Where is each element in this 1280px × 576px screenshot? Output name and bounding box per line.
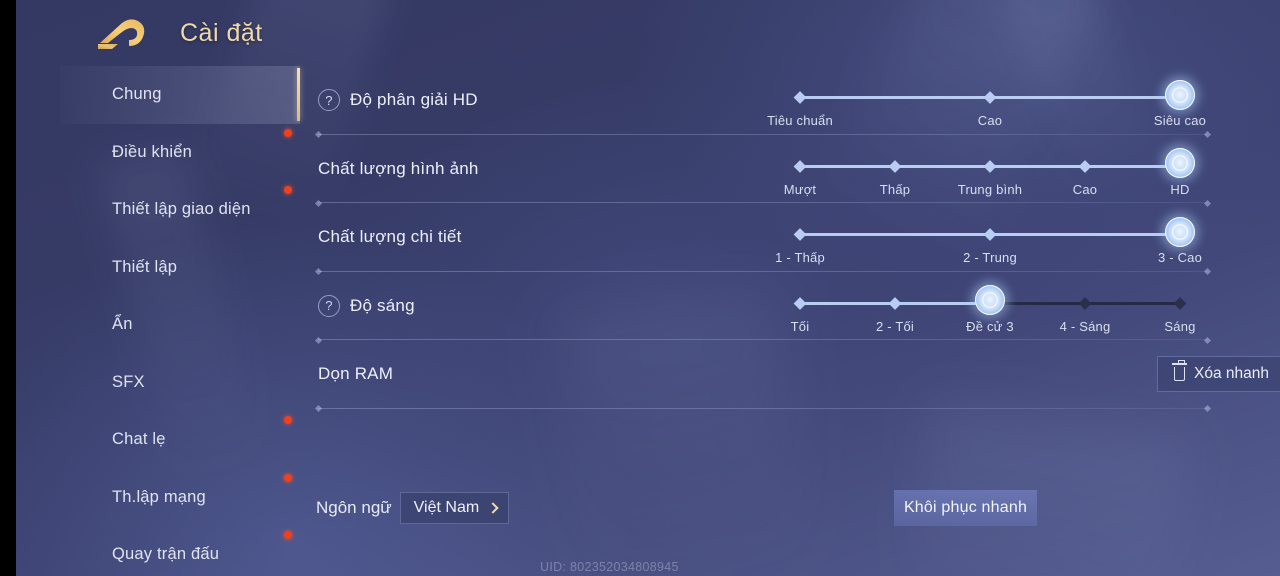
sidebar-item-label: Chung <box>112 85 162 104</box>
sidebar-item-6[interactable]: SFX <box>60 354 300 412</box>
sidebar-item-2[interactable]: Điều khiển <box>60 124 300 182</box>
sidebar-item-3[interactable]: Thiết lập giao diện <box>60 181 300 239</box>
slider-stop-2[interactable] <box>983 91 997 104</box>
settings-row-label-wrap: Dọn RAM <box>318 364 393 384</box>
sidebar-item-label: Ẩn <box>112 315 133 334</box>
slider-stop-1[interactable] <box>793 296 807 310</box>
game-settings-screen: Cài đặt Chung Điều khiển Thiết lập giao di… <box>0 0 1280 576</box>
sidebar-item-label: Thiết lập giao diện <box>112 200 251 219</box>
slider-stop-1[interactable] <box>793 228 807 241</box>
page-title: Cài đặt <box>180 18 263 47</box>
slider-stop-2[interactable] <box>983 228 997 241</box>
clear-ram-button-label: Xóa nhanh <box>1194 365 1269 382</box>
slider-4[interactable]: Tối 2 - Tối Đề cử 3 4 - Sáng Sáng <box>791 285 1195 336</box>
footer-bar: Ngôn ngữ Việt Nam Khôi phục nhanh UID: 8… <box>300 476 1280 576</box>
sidebar-item-label: Th.lập mạng <box>112 487 206 506</box>
sidebar-item-9[interactable]: Quay trận đấu <box>60 526 300 576</box>
slider-tick-label: Trung bình <box>957 181 1023 197</box>
sidebar-item-1[interactable]: Chung <box>60 66 300 124</box>
language-label: Ngôn ngữ <box>316 498 392 517</box>
divider-cap <box>314 404 323 413</box>
slider-tick-label: Cao <box>1072 181 1098 197</box>
slider-thumb[interactable] <box>975 285 1005 315</box>
slider-tick-label: 3 - Cao <box>1157 250 1203 265</box>
slider-tick-label: Cao <box>977 113 1003 128</box>
language-button[interactable]: Việt Nam <box>399 492 510 524</box>
settings-row-label-wrap: Chất lượng chi tiết <box>318 227 462 247</box>
settings-row-3: Chất lượng chi tiết 1 - Thấp 2 - Trung 3 - … <box>300 203 1280 276</box>
restore-defaults-button[interactable]: Khôi phục nhanh <box>894 490 1037 526</box>
slider-stop-2[interactable] <box>888 296 902 310</box>
slider-tick-label: 2 - Tối <box>875 318 915 334</box>
slider-thumb[interactable] <box>1165 79 1195 110</box>
settings-row-label: Độ sáng <box>350 295 415 315</box>
sidebar-item-4[interactable]: Thiết lập <box>60 239 300 297</box>
slider-2[interactable]: Mượt Thấp Trung bình Cao HD <box>784 148 1195 199</box>
clear-ram-button[interactable]: Xóa nhanh <box>1157 356 1280 392</box>
slider-stop-4[interactable] <box>1078 159 1092 173</box>
settings-row-5: Dọn RAM Xóa nhanh <box>300 340 1280 413</box>
slider-tick-label: Mượt <box>783 181 817 197</box>
slider-stop-5[interactable] <box>1173 296 1187 310</box>
sidebar-item-8[interactable]: Th.lập mạng <box>60 469 300 527</box>
slider-tick-label: Siêu cao <box>1153 113 1207 128</box>
settings-row-2: Chất lượng hình ảnh Mượt Thấp Trung bình Cao… <box>300 135 1280 207</box>
notification-badge-icon <box>284 128 292 137</box>
slider-tick-label: HD <box>1170 181 1190 197</box>
slider-tick-label: Đề cử 3 <box>966 318 1014 334</box>
slider-stop-1[interactable] <box>793 159 807 173</box>
slider-tick-label: Tiêu chuẩn <box>767 113 833 128</box>
notification-badge-icon <box>284 473 292 482</box>
notification-badge-icon <box>284 531 292 539</box>
slider-stop-1[interactable] <box>793 91 807 104</box>
language-selector: Ngôn ngữ Việt Nam <box>316 492 510 524</box>
divider-cap <box>1203 404 1212 413</box>
slider-tick-label: 1 - Thấp <box>775 250 825 265</box>
settings-row-label-wrap: Chất lượng hình ảnh <box>318 159 479 179</box>
trash-icon <box>1172 360 1187 381</box>
slider-tick-label: 2 - Trung <box>963 250 1017 265</box>
sidebar-item-7[interactable]: Chat lẹ <box>60 411 300 469</box>
help-icon[interactable]: ? <box>318 89 340 112</box>
sidebar-item-label: Chat lẹ <box>112 430 166 449</box>
sidebar-nav: Chung Điều khiển Thiết lập giao diện Thiết … <box>60 66 300 576</box>
help-icon[interactable]: ? <box>318 294 340 317</box>
settings-row-1: ? Độ phân giải HD Tiêu chuẩn Cao Siêu cao <box>300 66 1280 139</box>
slider-stop-3[interactable] <box>983 159 997 173</box>
game-logo-icon <box>96 13 152 53</box>
chevron-right-icon <box>487 502 499 514</box>
slider-tick-label: 4 - Sáng <box>1059 318 1111 334</box>
settings-row-label: Chất lượng chi tiết <box>318 227 462 247</box>
sidebar-item-label: Quay trận đấu <box>112 545 220 564</box>
slider-stop-2[interactable] <box>888 159 902 173</box>
sidebar-item-label: Điều khiển <box>112 142 192 161</box>
notification-badge-icon <box>284 416 292 424</box>
slider-stop-4[interactable] <box>1078 296 1092 310</box>
slider-thumb[interactable] <box>1165 148 1195 178</box>
sidebar-item-label: Thiết lập <box>112 257 178 276</box>
settings-row-4: ? Độ sáng Tối 2 - Tối Đề cử 3 4 - Sáng Sáng <box>300 272 1280 344</box>
slider-tick-label: Tối <box>790 318 810 334</box>
sidebar-item-5[interactable]: Ẩn <box>60 296 300 354</box>
slider-tick-label: Sáng <box>1164 318 1196 334</box>
settings-row-label: Độ phân giải HD <box>350 90 478 110</box>
notification-badge-icon <box>284 186 292 194</box>
settings-panel: Cài đặt Chung Điều khiển Thiết lập giao di… <box>16 0 1280 576</box>
uid-text: UID: 802352034808945 <box>540 560 679 574</box>
settings-row-label: Dọn RAM <box>318 364 394 384</box>
slider-thumb[interactable] <box>1165 216 1195 247</box>
settings-row-label-wrap: ? Độ phân giải HD <box>318 89 478 112</box>
settings-row-label: Chất lượng hình ảnh <box>318 158 479 178</box>
settings-row-label-wrap: ? Độ sáng <box>318 294 415 317</box>
header-bar: Cài đặt <box>16 0 1280 66</box>
slider-tick-label: Thấp <box>879 181 911 197</box>
sidebar-item-label: SFX <box>112 372 145 391</box>
slider-3[interactable]: 1 - Thấp 2 - Trung 3 - Cao <box>775 216 1202 267</box>
language-value: Việt Nam <box>413 499 480 516</box>
slider-1[interactable]: Tiêu chuẩn Cao Siêu cao <box>767 79 1206 130</box>
